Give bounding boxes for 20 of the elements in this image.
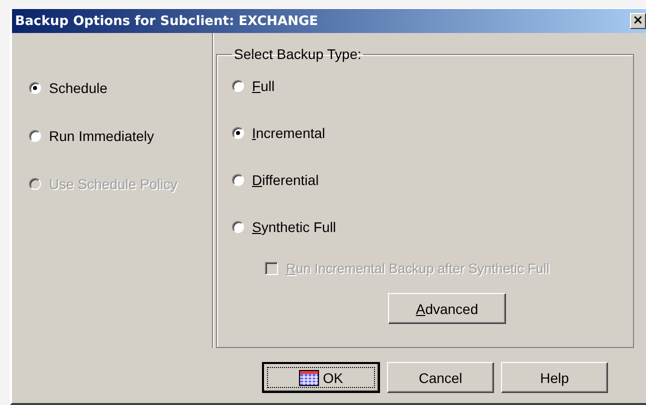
radio-button[interactable] xyxy=(29,82,41,94)
option-label: Synthetic Full xyxy=(252,219,336,235)
ok-button[interactable]: OK xyxy=(262,362,380,393)
radio-button[interactable] xyxy=(232,221,244,233)
close-button[interactable]: × xyxy=(630,13,646,29)
radio-button[interactable] xyxy=(232,174,244,186)
dialog-button[interactable]: Help xyxy=(501,362,608,393)
radio-button[interactable] xyxy=(232,127,244,139)
radio-button[interactable] xyxy=(232,80,244,92)
window-title: Backup Options for Subclient: EXCHANGE xyxy=(15,14,318,28)
option-label: Full xyxy=(252,78,275,94)
radio-button[interactable] xyxy=(29,130,41,142)
advanced-button[interactable]: Advanced xyxy=(388,293,506,324)
option-label: Differential xyxy=(252,172,319,188)
option-label: Schedule xyxy=(49,80,108,96)
group-title: Select Backup Type: xyxy=(233,46,362,62)
dialog-button[interactable]: Cancel xyxy=(387,362,494,393)
option-label: Incremental xyxy=(252,125,326,141)
option-label: Run Immediately xyxy=(49,128,154,144)
calendar-icon xyxy=(298,370,319,386)
